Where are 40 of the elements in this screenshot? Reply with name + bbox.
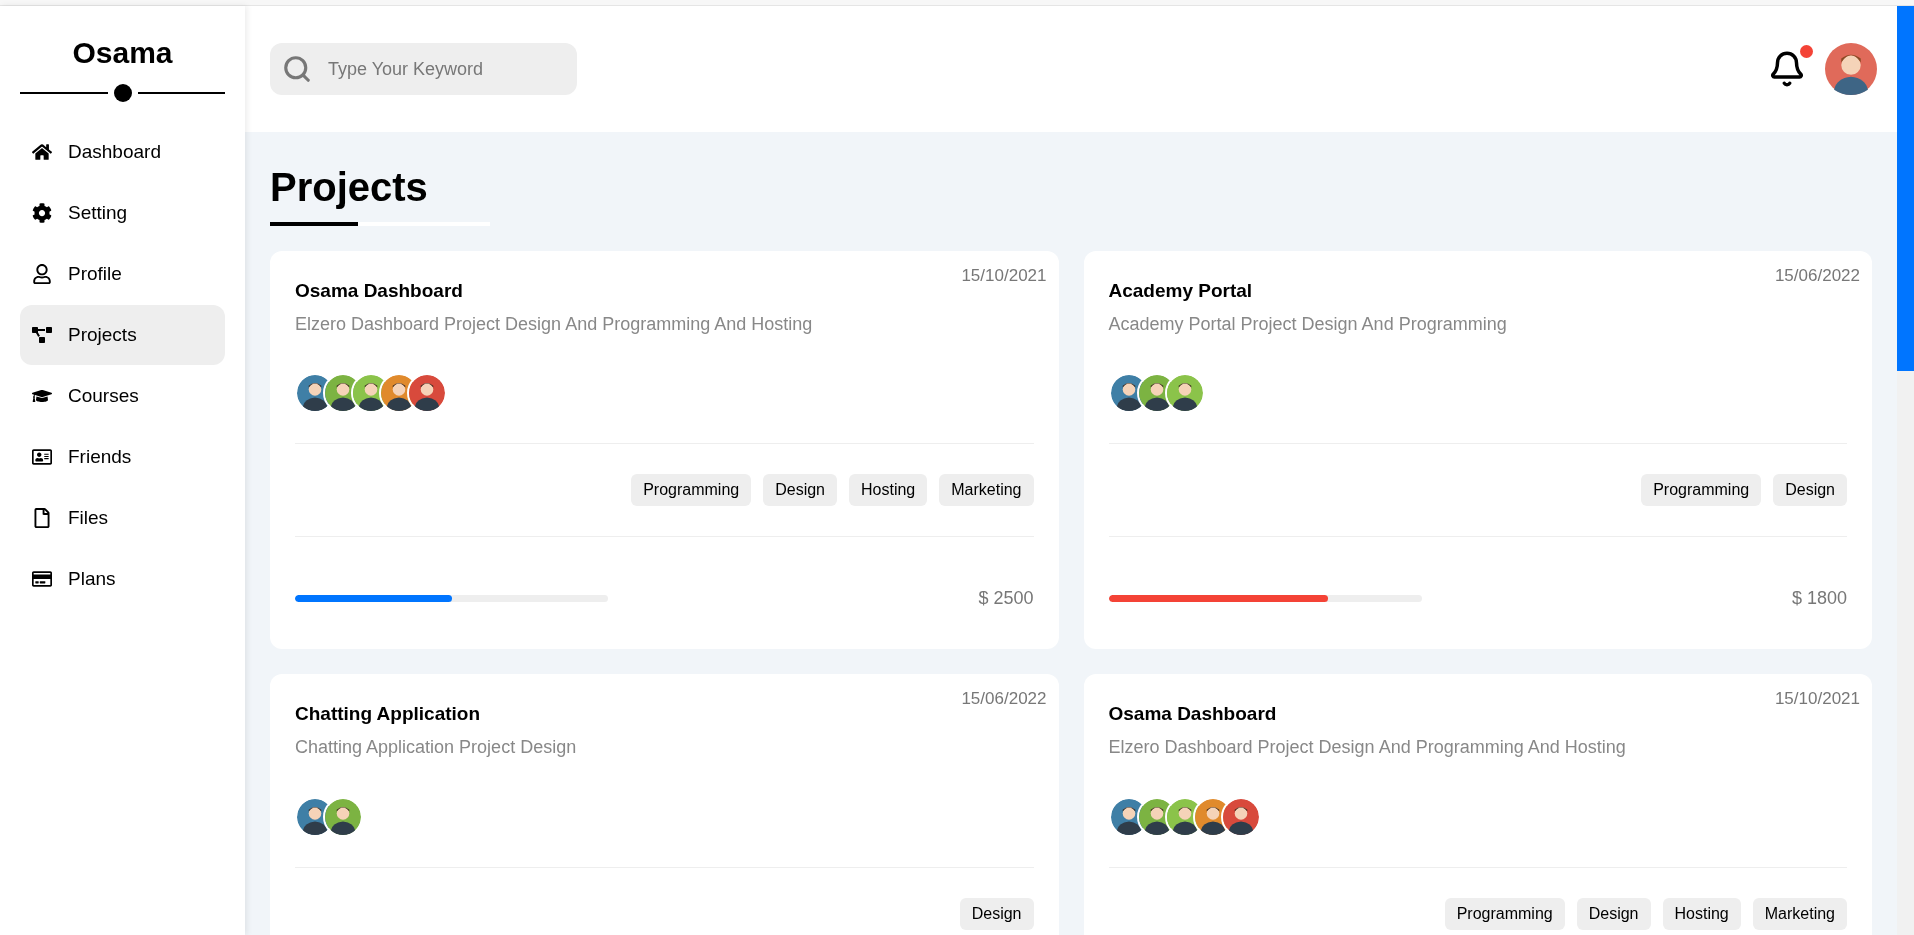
project-tag: Hosting (849, 474, 928, 507)
project-tag: Design (763, 474, 837, 507)
project-date: 15/06/2022 (961, 688, 1047, 711)
scrollbar[interactable] (1897, 6, 1914, 935)
sidebar-title: Osama (71, 38, 174, 68)
card-icon (32, 447, 52, 467)
project-tag: Programming (631, 474, 752, 507)
project-date: 15/10/2021 (1774, 688, 1860, 711)
project-tag: Hosting (1662, 897, 1741, 930)
home-icon (32, 142, 52, 162)
project-tag: Design (1773, 474, 1847, 507)
project-tag: Programming (1641, 474, 1762, 507)
project-description: Academy Portal Project Design And Programming (1108, 312, 1508, 336)
project-tag: Design (1576, 897, 1651, 930)
project-price: $ 2500 (978, 587, 1034, 611)
project-tag: Programming (1444, 897, 1565, 930)
project-description: Elzero Dashboard Project Design And Programming And Hosting (1108, 736, 1627, 759)
bell-icon (1768, 50, 1806, 88)
project-title: Osama Dashboard (1108, 702, 1278, 726)
credit-card-icon (32, 569, 52, 589)
project-description: Elzero Dashboard Project Design And Programming And Hosting (295, 312, 814, 336)
diagram-icon (32, 325, 52, 345)
project-tag: Marketing (1752, 897, 1847, 930)
project-title: Chatting Application (295, 702, 482, 726)
project-tag: Marketing (939, 474, 1034, 507)
nav-item[interactable]: Projects (20, 305, 225, 365)
search-field[interactable]: Type Your Keyword (270, 43, 577, 95)
project-price: $ 1800 (1791, 587, 1847, 611)
project-date: 15/06/2022 (1774, 265, 1860, 287)
project-title: Osama Dashboard (295, 279, 464, 303)
settings-icon (32, 203, 52, 223)
search-icon (282, 54, 312, 84)
project-title: Academy Portal (1108, 279, 1254, 303)
project-tag: Design (959, 897, 1034, 930)
page-title: Projects (270, 164, 428, 211)
project-description: Chatting Application Project Design (295, 736, 578, 759)
user-avatar[interactable] (1825, 43, 1877, 95)
project-date: 15/10/2021 (961, 265, 1047, 287)
file-icon (32, 508, 52, 528)
user-icon (32, 264, 52, 284)
